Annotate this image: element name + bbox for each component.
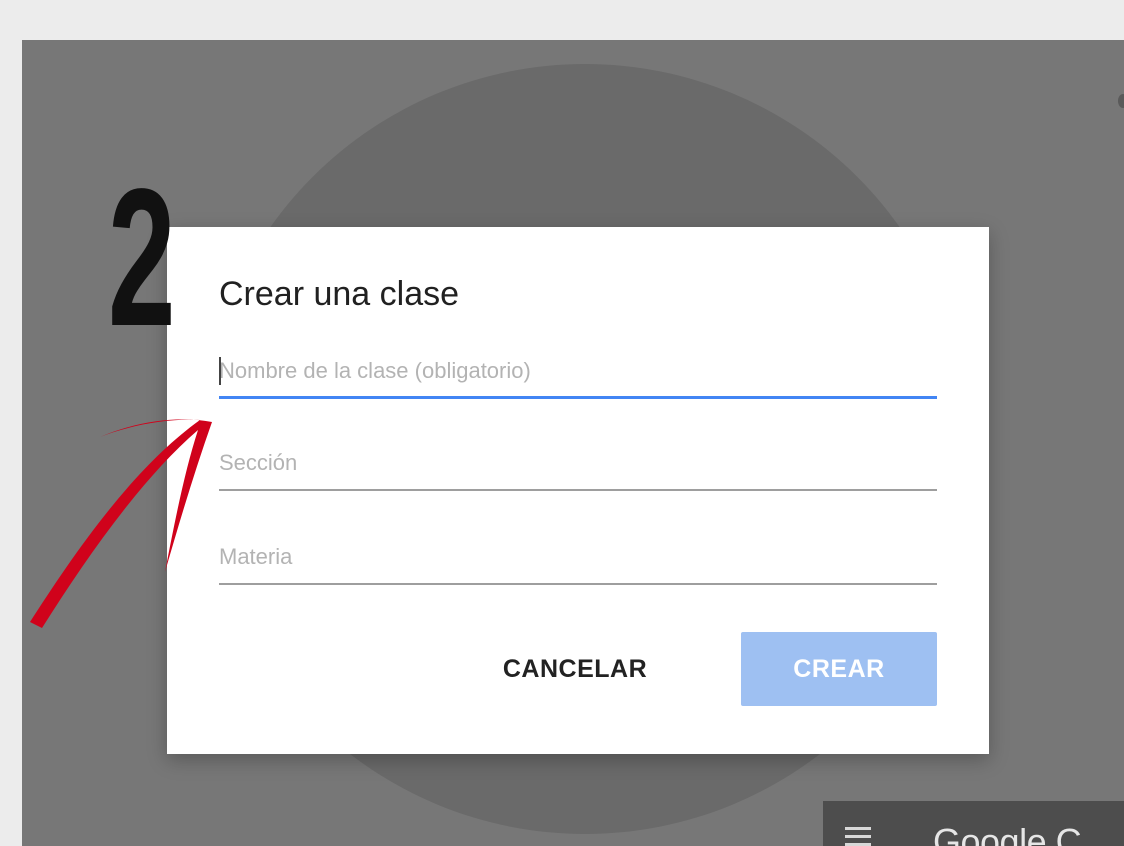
top-bar	[0, 0, 1124, 40]
background-avatar-edge	[1118, 94, 1124, 108]
class-name-input[interactable]	[219, 349, 937, 393]
create-class-dialog: Crear una clase CANCELAR CREAR	[167, 227, 989, 754]
left-strip	[0, 0, 22, 846]
app-brand-text: Google C	[933, 821, 1082, 846]
text-caret	[219, 357, 221, 385]
cancel-button[interactable]: CANCELAR	[485, 632, 665, 706]
create-button[interactable]: CREAR	[741, 632, 937, 706]
section-underline	[219, 489, 937, 491]
class-name-underline	[219, 396, 937, 399]
subject-input[interactable]	[219, 535, 937, 579]
dialog-title: Crear una clase	[219, 275, 460, 313]
subject-underline	[219, 583, 937, 585]
app-bar: Google C	[823, 801, 1124, 846]
subject-field	[219, 535, 937, 585]
section-input[interactable]	[219, 441, 937, 485]
class-name-field	[219, 349, 937, 399]
hamburger-menu-icon[interactable]	[845, 827, 871, 846]
section-field	[219, 441, 937, 491]
page: Google C 2 Crear una clase CANCELAR CREA…	[0, 0, 1124, 846]
step-number-annotation: 2	[108, 148, 176, 367]
